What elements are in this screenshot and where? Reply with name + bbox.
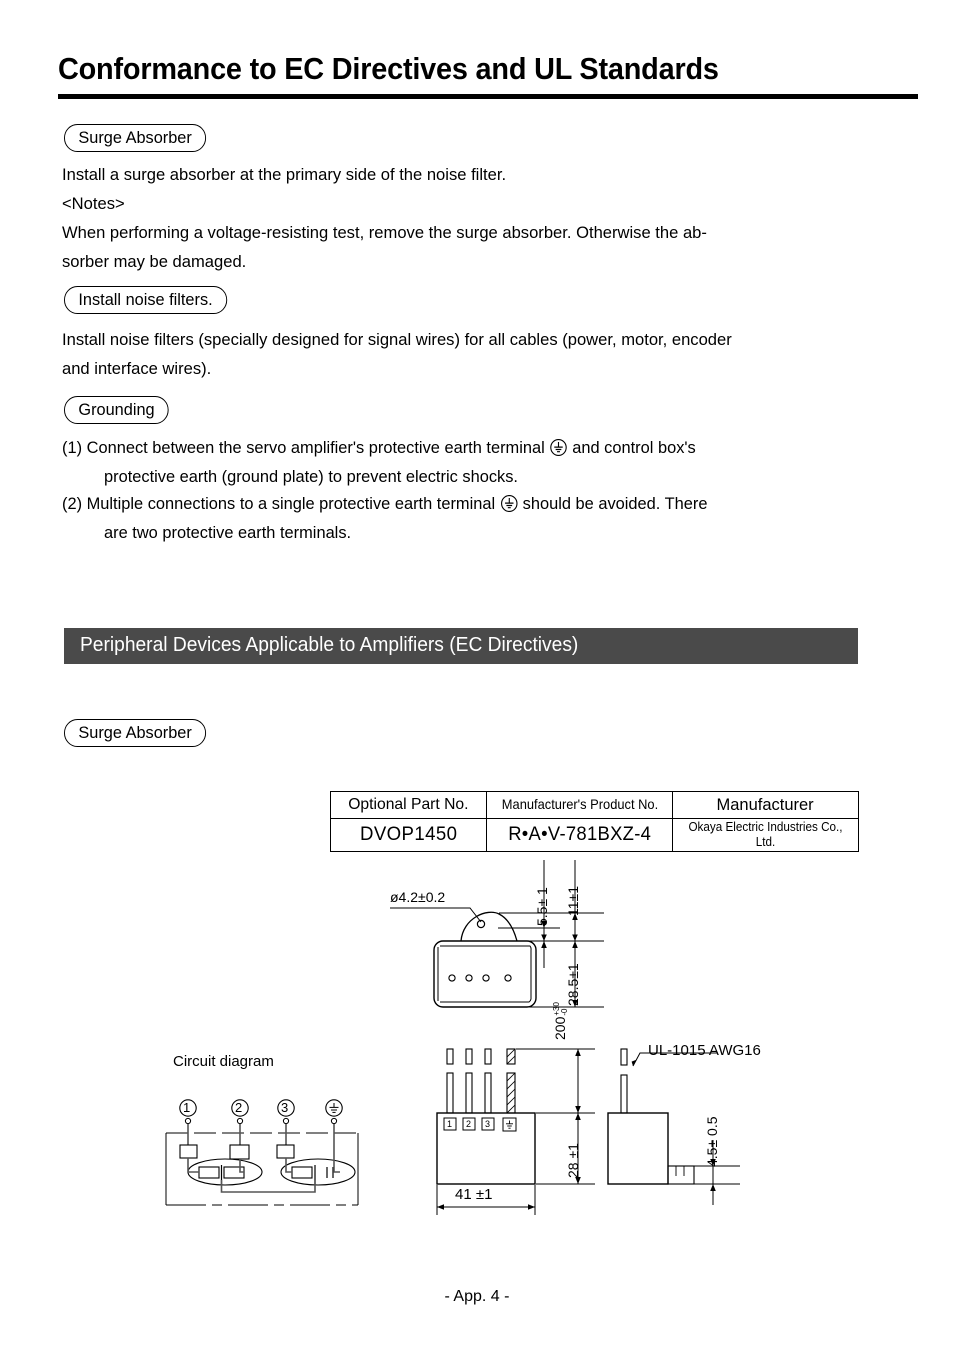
table-cell: Okaya Electric Industries Co., Ltd.	[672, 818, 859, 852]
grounding-item-2-continuation: are two protective earth terminals.	[104, 523, 352, 542]
label-body-width: 41 ±1	[455, 1186, 493, 1203]
table-header-text: Manufacturer	[716, 795, 815, 814]
table-cell: DVOP1450	[330, 818, 487, 852]
front-terminal-1-label: 1	[447, 1119, 453, 1129]
table-cell: R•A•V-781BXZ-4	[486, 818, 673, 852]
list-number: (1)	[62, 438, 83, 457]
paragraph-surge-notes: When performing a voltage-resisting test…	[62, 223, 707, 271]
heading-surge-absorber-table: Surge Absorber	[64, 719, 207, 747]
list-text-before: Connect between the servo amplifier's pr…	[86, 438, 545, 457]
paragraph-surge-install: Install a surge absorber at the primary …	[62, 165, 507, 184]
grounding-item-1-continuation: protective earth (ground plate) to preve…	[104, 467, 518, 486]
tolerance-lower: -0	[560, 1008, 570, 1016]
protective-earth-icon	[549, 437, 567, 457]
label-lead-length: 200 +30 -0	[552, 1002, 569, 1040]
label-lead-length-value: 200	[552, 1016, 568, 1040]
heading-label: Grounding	[78, 400, 155, 419]
label-dim-28-5: 28.5±1	[565, 963, 581, 1006]
circuit-diagram	[165, 1099, 359, 1206]
label-flange-thickness: 4.5± 0.5	[704, 1116, 720, 1168]
label-dim-5-5: 5.5± 1	[534, 887, 550, 926]
front-terminal-3-label: 3	[485, 1119, 491, 1129]
heading-label: Surge Absorber	[78, 723, 192, 742]
grounding-item-2: (2) Multiple connections to a single pro…	[62, 489, 911, 518]
front-terminal-2-label: 2	[466, 1119, 472, 1129]
table-cell-text: R•A•V-781BXZ-4	[508, 824, 651, 845]
heading-grounding: Grounding	[64, 396, 170, 424]
title-rule	[58, 94, 918, 99]
list-text-after: and control box's	[572, 438, 696, 457]
list-text-after: should be avoided. There	[522, 494, 708, 513]
label-lead-length-tolerance: +30 -0	[552, 1002, 570, 1016]
circuit-terminal-1-label: 1	[183, 1100, 191, 1115]
circuit-terminal-3-label: 3	[281, 1100, 289, 1115]
table-header-text: Manufacturer's Product No.	[501, 796, 658, 812]
circuit-diagram-title: Circuit diagram	[173, 1053, 274, 1070]
table-cell-text: Okaya Electric Industries Co., Ltd.	[688, 819, 843, 849]
heading-install-noise-filters: Install noise filters.	[64, 286, 228, 314]
section-banner-label: Peripheral Devices Applicable to Amplifi…	[80, 634, 579, 656]
heading-surge-absorber: Surge Absorber	[64, 124, 207, 152]
surge-absorber-spec-table: Optional Part No. Manufacturer's Product…	[330, 791, 859, 852]
list-number: (2)	[62, 494, 83, 513]
paragraph-noise-filters: Install noise filters (specially designe…	[62, 330, 732, 378]
table-header-cell: Optional Part No.	[330, 791, 487, 819]
table-header-cell: Manufacturer's Product No.	[486, 791, 673, 819]
heading-label: Surge Absorber	[78, 128, 192, 147]
table-header-row: Optional Part No. Manufacturer's Product…	[330, 791, 859, 819]
table-header-text: Optional Part No.	[348, 796, 469, 813]
protective-earth-icon	[500, 493, 518, 513]
paragraph-notes-label: <Notes>	[62, 194, 125, 213]
page-footer: - App. 4 -	[444, 1288, 510, 1305]
table-row: DVOP1450 R•A•V-781BXZ-4 Okaya Electric I…	[330, 818, 859, 852]
heading-label: Install noise filters.	[78, 290, 213, 309]
side-view-drawing	[607, 1048, 740, 1205]
label-body-height: 28 ±1	[565, 1143, 581, 1178]
circuit-terminal-2-label: 2	[235, 1100, 243, 1115]
table-cell-text: DVOP1450	[359, 824, 458, 845]
label-wire-spec: UL-1015 AWG16	[648, 1042, 761, 1059]
table-header-cell: Manufacturer	[672, 791, 859, 819]
label-hole-diameter: ø4.2±0.2	[390, 889, 446, 905]
label-dim-11: 11±1	[565, 885, 581, 916]
list-text-before: Multiple connections to a single protect…	[86, 494, 496, 513]
grounding-item-1: (1) Connect between the servo amplifier'…	[62, 433, 911, 462]
document-page: Conformance to EC Directives and UL Stan…	[0, 0, 954, 1352]
page-title: Conformance to EC Directives and UL Stan…	[58, 51, 719, 86]
